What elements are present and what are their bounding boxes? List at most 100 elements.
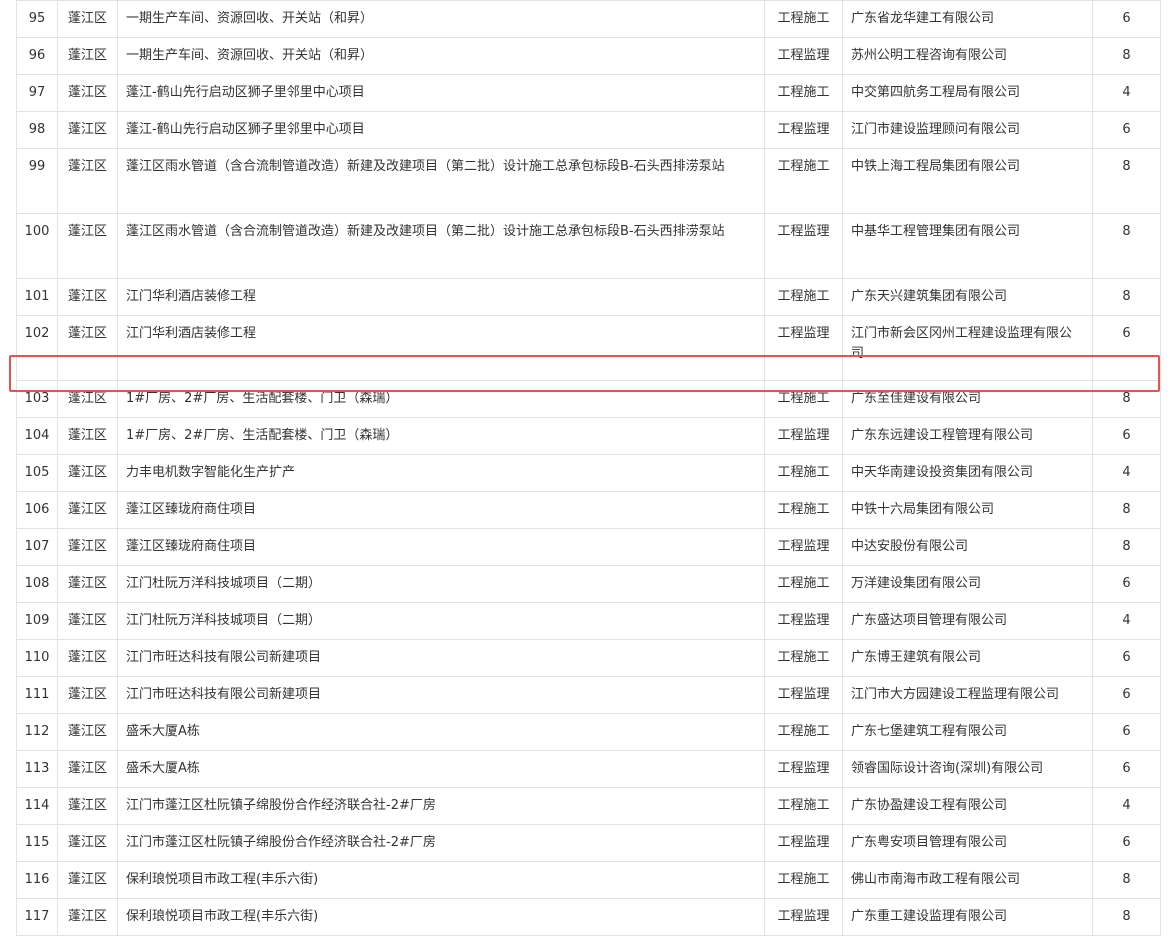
district-cell: 蓬江区 <box>57 278 118 316</box>
company-name-cell: 中交第四航务工程局有限公司 <box>842 74 1093 112</box>
project-name-cell: 江门华利酒店装修工程 <box>117 315 765 381</box>
work-type-cell: 工程施工 <box>764 380 843 418</box>
score-cell: 8 <box>1092 148 1161 214</box>
project-name-cell: 蓬江区臻珑府商住项目 <box>117 491 765 529</box>
company-name-cell: 广东协盈建设工程有限公司 <box>842 787 1093 825</box>
work-type-cell: 工程施工 <box>764 0 843 38</box>
company-name-cell: 广东天兴建筑集团有限公司 <box>842 278 1093 316</box>
table-row: 113 蓬江区 盛禾大厦A栋 工程监理 领睿国际设计咨询(深圳)有限公司 6 <box>16 750 1161 788</box>
table-row: 115 蓬江区 江门市蓬江区杜阮镇子绵股份合作经济联合社-2#厂房 工程监理 广东粤安项… <box>16 824 1161 862</box>
company-name-cell: 广东东远建设工程管理有限公司 <box>842 417 1093 455</box>
score-cell: 6 <box>1092 0 1161 38</box>
work-type-cell: 工程施工 <box>764 74 843 112</box>
district-cell: 蓬江区 <box>57 565 118 603</box>
score-cell: 6 <box>1092 750 1161 788</box>
district-cell: 蓬江区 <box>57 213 118 279</box>
score-cell: 8 <box>1092 213 1161 279</box>
score-cell: 6 <box>1092 676 1161 714</box>
table-row: 108 蓬江区 江门杜阮万洋科技城项目（二期） 工程施工 万洋建设集团有限公司 6 <box>16 565 1161 603</box>
work-type-cell: 工程监理 <box>764 898 843 936</box>
project-name-cell: 江门华利酒店装修工程 <box>117 278 765 316</box>
table-row: 110 蓬江区 江门市旺达科技有限公司新建项目 工程施工 广东博王建筑有限公司 6 <box>16 639 1161 677</box>
row-number-cell: 115 <box>16 824 58 862</box>
company-name-cell: 万洋建设集团有限公司 <box>842 565 1093 603</box>
district-cell: 蓬江区 <box>57 861 118 899</box>
project-name-cell: 蓬江-鹤山先行启动区狮子里邻里中心项目 <box>117 74 765 112</box>
score-cell: 6 <box>1092 565 1161 603</box>
table-row: 109 蓬江区 江门杜阮万洋科技城项目（二期） 工程监理 广东盛达项目管理有限公司 4 <box>16 602 1161 640</box>
company-name-cell: 领睿国际设计咨询(深圳)有限公司 <box>842 750 1093 788</box>
row-number-cell: 113 <box>16 750 58 788</box>
work-type-cell: 工程施工 <box>764 148 843 214</box>
work-type-cell: 工程监理 <box>764 824 843 862</box>
district-cell: 蓬江区 <box>57 37 118 75</box>
project-name-cell: 1#厂房、2#厂房、生活配套楼、门卫（森瑞） <box>117 380 765 418</box>
row-number-cell: 102 <box>16 315 58 381</box>
row-number-cell: 107 <box>16 528 58 566</box>
score-cell: 6 <box>1092 315 1161 381</box>
work-type-cell: 工程监理 <box>764 602 843 640</box>
district-cell: 蓬江区 <box>57 491 118 529</box>
company-name-cell: 中铁上海工程局集团有限公司 <box>842 148 1093 214</box>
row-number-cell: 101 <box>16 278 58 316</box>
district-cell: 蓬江区 <box>57 148 118 214</box>
row-number-cell: 95 <box>16 0 58 38</box>
district-cell: 蓬江区 <box>57 787 118 825</box>
row-number-cell: 98 <box>16 111 58 149</box>
table-row: 105 蓬江区 力丰电机数字智能化生产扩产 工程施工 中天华南建设投资集团有限公司 4 <box>16 454 1161 492</box>
score-cell: 8 <box>1092 380 1161 418</box>
project-name-cell: 蓬江区雨水管道（含合流制管道改造）新建及改建项目（第二批）设计施工总承包标段B-… <box>117 213 765 279</box>
row-number-cell: 108 <box>16 565 58 603</box>
project-name-cell: 盛禾大厦A栋 <box>117 750 765 788</box>
work-type-cell: 工程监理 <box>764 111 843 149</box>
work-type-cell: 工程施工 <box>764 861 843 899</box>
row-number-cell: 111 <box>16 676 58 714</box>
company-name-cell: 广东博王建筑有限公司 <box>842 639 1093 677</box>
company-name-cell: 苏州公明工程咨询有限公司 <box>842 37 1093 75</box>
project-name-cell: 力丰电机数字智能化生产扩产 <box>117 454 765 492</box>
project-name-cell: 蓬江区臻珑府商住项目 <box>117 528 765 566</box>
project-name-cell: 江门市旺达科技有限公司新建项目 <box>117 676 765 714</box>
district-cell: 蓬江区 <box>57 713 118 751</box>
table-row: 116 蓬江区 保利琅悦项目市政工程(丰乐六街) 工程施工 佛山市南海市政工程有限公司 8 <box>16 861 1161 899</box>
company-name-cell: 中基华工程管理集团有限公司 <box>842 213 1093 279</box>
project-name-cell: 蓬江区雨水管道（含合流制管道改造）新建及改建项目（第二批）设计施工总承包标段B-… <box>117 148 765 214</box>
district-cell: 蓬江区 <box>57 315 118 381</box>
work-type-cell: 工程监理 <box>764 37 843 75</box>
district-cell: 蓬江区 <box>57 602 118 640</box>
row-number-cell: 100 <box>16 213 58 279</box>
table-row: 106 蓬江区 蓬江区臻珑府商住项目 工程施工 中铁十六局集团有限公司 8 <box>16 491 1161 529</box>
company-name-cell: 佛山市南海市政工程有限公司 <box>842 861 1093 899</box>
score-cell: 8 <box>1092 861 1161 899</box>
company-name-cell: 江门市建设监理顾问有限公司 <box>842 111 1093 149</box>
district-cell: 蓬江区 <box>57 898 118 936</box>
district-cell: 蓬江区 <box>57 380 118 418</box>
district-cell: 蓬江区 <box>57 417 118 455</box>
company-name-cell: 广东省龙华建工有限公司 <box>842 0 1093 38</box>
score-cell: 4 <box>1092 602 1161 640</box>
project-name-cell: 一期生产车间、资源回收、开关站（和昇） <box>117 0 765 38</box>
score-cell: 6 <box>1092 713 1161 751</box>
table-row: 117 蓬江区 保利琅悦项目市政工程(丰乐六街) 工程监理 广东重工建设监理有限公司 8 <box>16 898 1161 936</box>
score-cell: 6 <box>1092 111 1161 149</box>
score-cell: 8 <box>1092 528 1161 566</box>
score-cell: 8 <box>1092 898 1161 936</box>
district-cell: 蓬江区 <box>57 676 118 714</box>
company-name-cell: 广东重工建设监理有限公司 <box>842 898 1093 936</box>
row-number-cell: 96 <box>16 37 58 75</box>
project-name-cell: 江门市蓬江区杜阮镇子绵股份合作经济联合社-2#厂房 <box>117 787 765 825</box>
row-number-cell: 114 <box>16 787 58 825</box>
company-name-cell: 广东粤安项目管理有限公司 <box>842 824 1093 862</box>
score-cell: 4 <box>1092 454 1161 492</box>
table-row: 95 蓬江区 一期生产车间、资源回收、开关站（和昇） 工程施工 广东省龙华建工有限公司 6 <box>16 0 1161 38</box>
table-row: 97 蓬江区 蓬江-鹤山先行启动区狮子里邻里中心项目 工程施工 中交第四航务工程局有限公… <box>16 74 1161 112</box>
table-body: 95 蓬江区 一期生产车间、资源回收、开关站（和昇） 工程施工 广东省龙华建工有限公司 6… <box>16 0 1161 936</box>
work-type-cell: 工程监理 <box>764 417 843 455</box>
district-cell: 蓬江区 <box>57 0 118 38</box>
row-number-cell: 109 <box>16 602 58 640</box>
row-number-cell: 97 <box>16 74 58 112</box>
score-cell: 8 <box>1092 37 1161 75</box>
work-type-cell: 工程施工 <box>764 491 843 529</box>
row-number-cell: 105 <box>16 454 58 492</box>
district-cell: 蓬江区 <box>57 528 118 566</box>
